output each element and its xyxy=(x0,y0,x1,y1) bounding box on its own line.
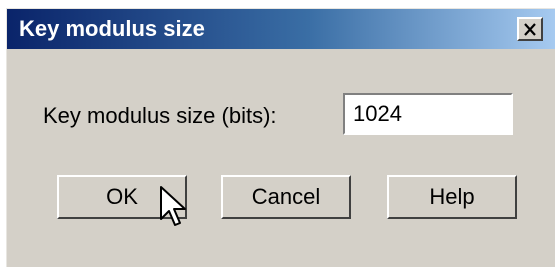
close-button[interactable] xyxy=(517,17,543,41)
window-title: Key modulus size xyxy=(19,16,205,41)
key-modulus-size-label: Key modulus size (bits): xyxy=(43,103,277,128)
help-button[interactable]: Help xyxy=(387,175,517,219)
key-modulus-dialog: Key modulus size Key modulus size (bits)… xyxy=(6,8,555,267)
mouse-pointer-icon xyxy=(160,186,186,226)
close-x-icon xyxy=(524,22,536,36)
key-modulus-size-input[interactable] xyxy=(343,93,513,135)
title-bar[interactable]: Key modulus size xyxy=(7,9,555,49)
cancel-button[interactable]: Cancel xyxy=(221,175,351,219)
